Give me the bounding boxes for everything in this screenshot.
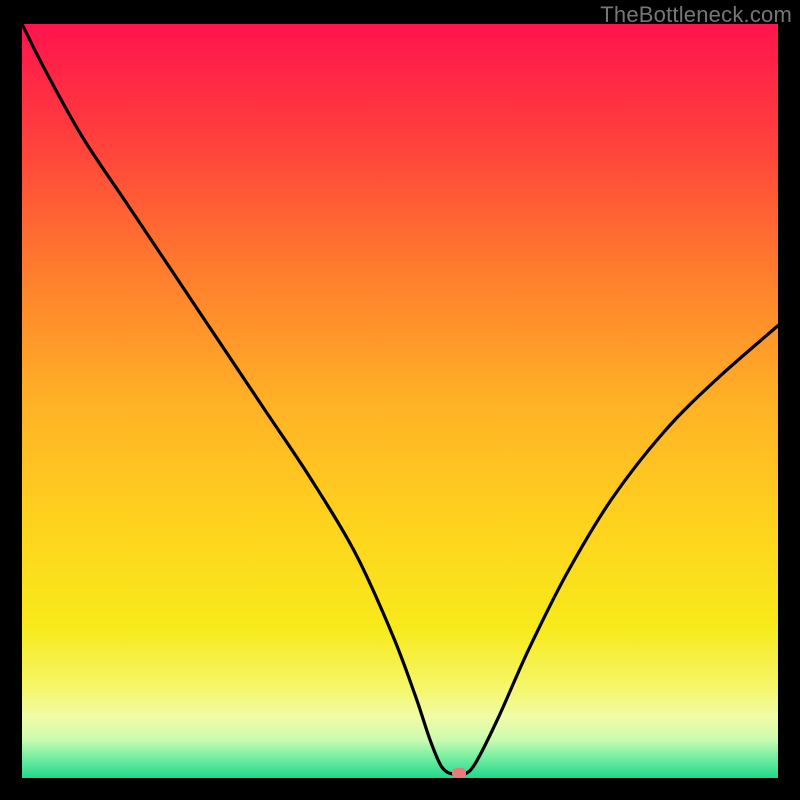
plot-area <box>22 24 778 778</box>
bottleneck-curve <box>22 24 778 778</box>
watermark-text: TheBottleneck.com <box>600 2 792 28</box>
chart-frame: TheBottleneck.com <box>0 0 800 800</box>
optimal-point-marker <box>452 768 466 778</box>
